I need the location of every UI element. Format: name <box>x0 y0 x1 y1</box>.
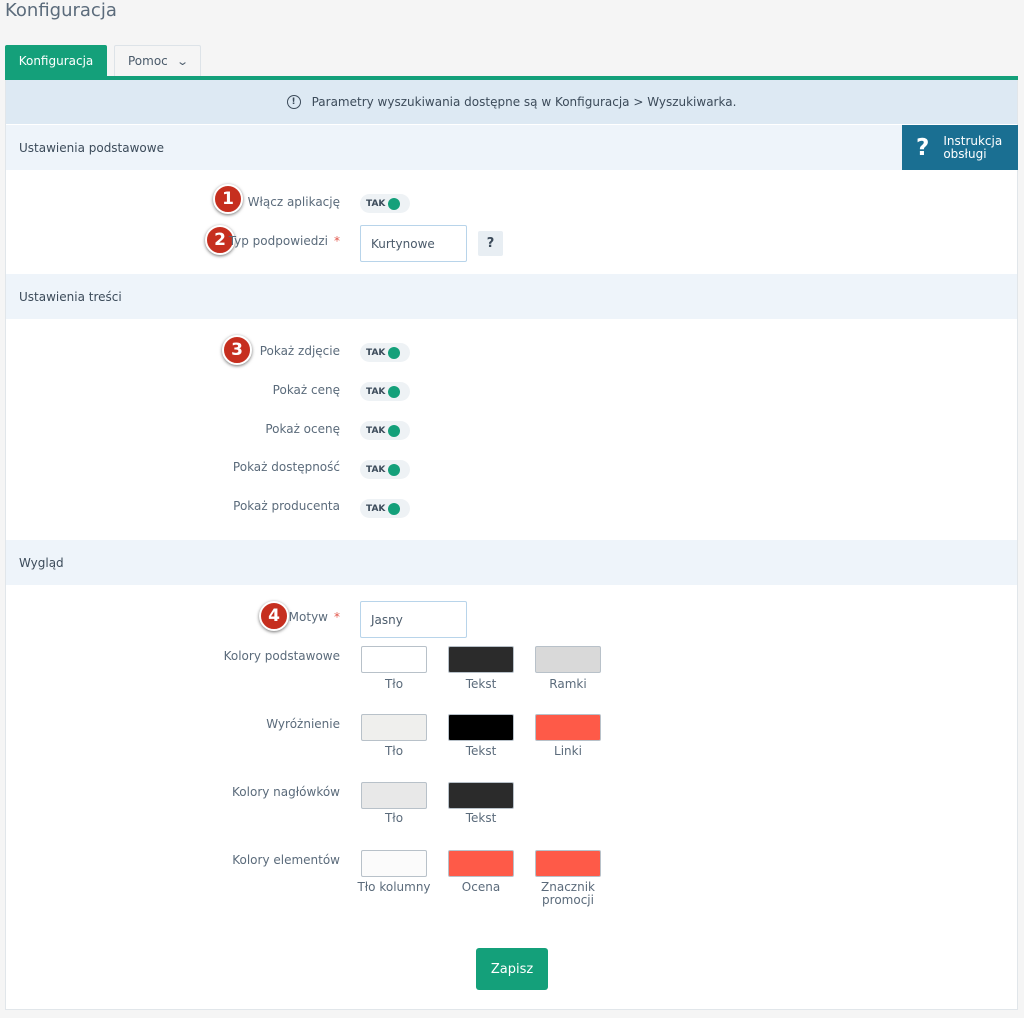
chevron-down-icon: ⌄ <box>175 54 189 68</box>
section-header-basic: Ustawienia podstawowe <box>6 125 1017 170</box>
show-image-label: Pokaż zdjęcie <box>259 344 340 358</box>
show-availability-label: Pokaż dostępność <box>232 460 340 474</box>
color-group-label: Kolory nagłówków <box>232 785 340 799</box>
swatch-label: Tło <box>384 811 404 825</box>
toggle-text: TAK <box>366 198 386 209</box>
theme-label: Motyw * <box>289 610 340 624</box>
color-swatch[interactable] <box>361 714 427 741</box>
swatch-label: Tło kolumny <box>357 880 431 894</box>
hint-type-label: Typ podpowiedzi * <box>229 234 340 248</box>
color-swatch[interactable] <box>361 850 427 877</box>
required-marker: * <box>334 234 340 248</box>
color-swatch[interactable] <box>361 782 427 809</box>
color-swatch[interactable] <box>361 646 427 673</box>
color-group-label: Kolory podstawowe <box>223 649 340 663</box>
manual-button[interactable]: ? Instrukcja obsługi <box>902 125 1018 170</box>
swatch-label: Ramki <box>549 677 587 691</box>
toggle-knob <box>388 346 401 359</box>
toggle-text: TAK <box>366 425 386 436</box>
theme-label-text: Motyw <box>288 610 328 624</box>
tab-configuration[interactable]: Konfiguracja <box>5 45 107 76</box>
hint-type-select[interactable]: Kurtynowe <box>360 225 467 262</box>
step-badge-1: 1 <box>213 184 243 214</box>
toggle-knob <box>388 197 401 210</box>
toggle-knob <box>388 502 401 515</box>
swatch-label: Tekst <box>465 744 497 758</box>
toggle-knob <box>388 463 401 476</box>
page-title: Konfiguracja <box>5 0 117 21</box>
exclamation-icon: ! <box>286 95 301 109</box>
section-title-appearance: Wygląd <box>19 555 64 570</box>
toggle-knob <box>388 424 401 437</box>
section-title-basic: Ustawienia podstawowe <box>19 140 164 155</box>
question-icon: ? <box>916 134 930 161</box>
color-group-label: Kolory elementów <box>232 853 340 867</box>
step-badge-4: 4 <box>259 601 289 631</box>
step-badge-3: 3 <box>222 335 252 365</box>
toggle-text: TAK <box>366 386 386 397</box>
color-swatch[interactable] <box>448 782 514 809</box>
section-header-content: Ustawienia treści <box>6 274 1017 319</box>
color-swatch[interactable] <box>448 850 514 877</box>
show-producer-label: Pokaż producenta <box>233 499 340 513</box>
show-availability-toggle[interactable]: TAK <box>360 460 410 479</box>
swatch-label: Znacznik promocji <box>541 880 595 907</box>
swatch-label: Tekst <box>465 677 497 691</box>
info-banner: ! Parametry wyszukiwania dostępne są w K… <box>6 80 1017 124</box>
show-rating-toggle[interactable]: TAK <box>360 421 410 440</box>
save-button[interactable]: Zapisz <box>476 948 548 990</box>
info-banner-text: Parametry wyszukiwania dostępne są w Kon… <box>311 95 737 109</box>
help-question-icon[interactable]: ? <box>478 231 503 256</box>
swatch-label: Tło <box>384 677 404 691</box>
show-producer-toggle[interactable]: TAK <box>360 499 410 518</box>
required-marker: * <box>334 610 340 624</box>
toggle-knob <box>388 385 401 398</box>
hint-type-label-text: Typ podpowiedzi <box>228 234 328 248</box>
color-group-label: Wyróżnienie <box>266 717 340 731</box>
color-swatch[interactable] <box>535 714 601 741</box>
enable-app-label: Włącz aplikację <box>247 195 340 209</box>
swatch-label: Linki <box>554 744 582 758</box>
theme-select[interactable]: Jasny <box>360 601 467 638</box>
show-price-toggle[interactable]: TAK <box>360 382 410 401</box>
color-swatch[interactable] <box>535 850 601 877</box>
section-header-appearance: Wygląd <box>6 540 1017 585</box>
section-title-content: Ustawienia treści <box>19 289 122 304</box>
show-rating-label: Pokaż ocenę <box>265 422 340 436</box>
swatch-label: Tło <box>384 744 404 758</box>
show-price-label: Pokaż cenę <box>272 383 340 397</box>
swatch-label: Tekst <box>465 811 497 825</box>
show-image-toggle[interactable]: TAK <box>360 343 410 362</box>
enable-app-toggle[interactable]: TAK <box>360 194 410 213</box>
color-swatch[interactable] <box>448 646 514 673</box>
swatch-label: Ocena <box>461 880 501 894</box>
settings-panel: ! Parametry wyszukiwania dostępne są w K… <box>5 80 1018 1010</box>
tab-help[interactable]: Pomoc ⌄ <box>114 45 201 76</box>
color-swatch[interactable] <box>448 714 514 741</box>
color-swatch[interactable] <box>535 646 601 673</box>
toggle-text: TAK <box>366 464 386 475</box>
toggle-text: TAK <box>366 503 386 514</box>
manual-button-label: Instrukcja obsługi <box>943 133 1003 161</box>
tab-help-label: Pomoc <box>128 54 168 68</box>
toggle-text: TAK <box>366 347 386 358</box>
